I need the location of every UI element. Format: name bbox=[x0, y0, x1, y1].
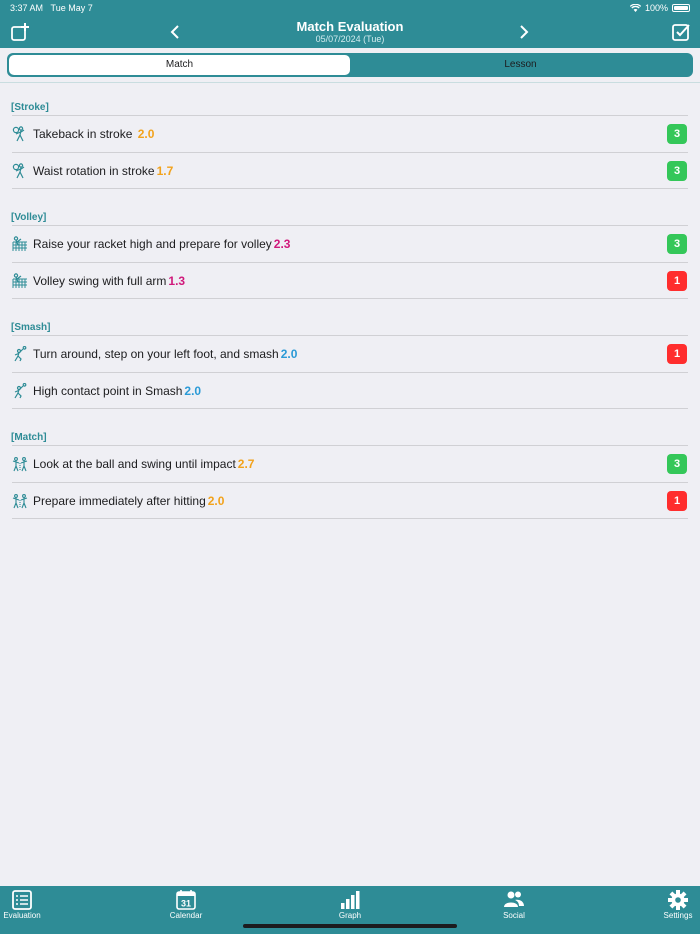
divider bbox=[0, 82, 700, 83]
tab-calendar-label: Calendar bbox=[169, 911, 203, 920]
evaluation-row[interactable]: Takeback in stroke 2.0 3 bbox=[12, 115, 688, 152]
evaluation-list: [Stroke] Takeback in stroke 2.0 3 Waist rot… bbox=[0, 100, 700, 519]
next-date-button[interactable] bbox=[512, 20, 536, 44]
nav-bar: Match Evaluation 05/07/2024 (Tue) bbox=[0, 16, 700, 48]
rating-badge[interactable]: 1 bbox=[667, 344, 687, 364]
section-header: [Stroke] bbox=[11, 102, 49, 113]
battery-percent: 100% bbox=[644, 3, 668, 13]
evaluation-item-label: Takeback in stroke bbox=[33, 127, 136, 141]
evaluation-item: Look at the ball and swing until impact 2… bbox=[33, 457, 254, 471]
svg-text:31: 31 bbox=[181, 899, 191, 909]
chevron-right-icon bbox=[520, 25, 529, 39]
tab-evaluation-label: Evaluation bbox=[3, 911, 41, 920]
average-score: 2.0 bbox=[137, 127, 155, 141]
segment-match[interactable]: Match bbox=[9, 55, 350, 75]
tab-social[interactable]: Social bbox=[484, 890, 544, 920]
calendar-icon: 31 bbox=[176, 890, 196, 910]
battery-icon bbox=[672, 4, 690, 12]
rating-badge[interactable]: 3 bbox=[667, 161, 687, 181]
average-score: 2.3 bbox=[273, 237, 291, 251]
evaluation-item-label: Raise your racket high and prepare for v… bbox=[33, 237, 272, 251]
evaluation-item: Raise your racket high and prepare for v… bbox=[33, 237, 290, 251]
segment-lesson[interactable]: Lesson bbox=[350, 55, 691, 75]
bar-chart-icon bbox=[341, 891, 360, 909]
rating-badge[interactable]: 3 bbox=[667, 234, 687, 254]
tab-graph-label: Graph bbox=[338, 911, 362, 920]
rating-badge[interactable]: 1 bbox=[667, 271, 687, 291]
average-score: 1.7 bbox=[156, 164, 174, 178]
stroke-player-icon bbox=[12, 126, 28, 142]
section-header: [Match] bbox=[11, 432, 47, 443]
evaluation-item-label: Waist rotation in stroke bbox=[33, 164, 155, 178]
tab-evaluation[interactable]: Evaluation bbox=[0, 890, 52, 920]
gear-icon bbox=[668, 890, 688, 910]
average-score: 2.0 bbox=[280, 347, 298, 361]
section-header: [Volley] bbox=[11, 212, 47, 223]
page-subtitle-date: 05/07/2024 (Tue) bbox=[315, 34, 385, 44]
section-header: [Smash] bbox=[11, 322, 51, 333]
evaluation-item: Takeback in stroke 2.0 bbox=[33, 127, 154, 141]
evaluation-item-label: Prepare immediately after hitting bbox=[33, 494, 206, 508]
tab-graph[interactable]: Graph bbox=[320, 890, 380, 920]
evaluation-item: High contact point in Smash 2.0 bbox=[33, 384, 201, 398]
tab-settings[interactable]: Settings bbox=[648, 890, 700, 920]
tab-settings-label: Settings bbox=[663, 911, 693, 920]
match-players-icon bbox=[12, 456, 28, 472]
checkbox-icon bbox=[672, 24, 690, 41]
average-score: 2.0 bbox=[184, 384, 202, 398]
rating-badge[interactable]: 1 bbox=[667, 491, 687, 511]
average-score: 1.3 bbox=[168, 274, 186, 288]
evaluation-item-label: High contact point in Smash bbox=[33, 384, 183, 398]
volley-net-icon bbox=[12, 273, 28, 289]
status-bar: 3:37 AM Tue May 7 100% bbox=[0, 0, 700, 16]
smash-player-icon bbox=[12, 382, 28, 399]
tab-calendar[interactable]: 31 Calendar bbox=[156, 890, 216, 920]
evaluation-item: Volley swing with full arm 1.3 bbox=[33, 274, 185, 288]
evaluation-item-label: Look at the ball and swing until impact bbox=[33, 457, 236, 471]
smash-player-icon bbox=[12, 345, 28, 362]
evaluation-row[interactable]: Volley swing with full arm 1.3 1 bbox=[12, 262, 688, 299]
status-right: 100% bbox=[629, 3, 690, 13]
stroke-player-icon bbox=[12, 163, 28, 179]
checklist-button[interactable] bbox=[669, 20, 693, 44]
average-score: 2.7 bbox=[237, 457, 255, 471]
status-time: 3:37 AM Tue May 7 bbox=[10, 3, 93, 13]
home-indicator bbox=[243, 924, 457, 928]
evaluation-item-label: Turn around, step on your left foot, and… bbox=[33, 347, 279, 361]
evaluation-row[interactable]: Waist rotation in stroke 1.7 3 bbox=[12, 152, 688, 189]
evaluation-row[interactable]: Look at the ball and swing until impact 2… bbox=[12, 445, 688, 482]
volley-net-icon bbox=[12, 236, 28, 252]
evaluation-item: Turn around, step on your left foot, and… bbox=[33, 347, 297, 361]
average-score: 2.0 bbox=[207, 494, 225, 508]
evaluation-item: Waist rotation in stroke 1.7 bbox=[33, 164, 173, 178]
tab-social-label: Social bbox=[503, 911, 525, 920]
rating-badge[interactable]: 3 bbox=[667, 124, 687, 144]
list-icon bbox=[12, 890, 32, 910]
evaluation-row[interactable]: Prepare immediately after hitting 2.0 1 bbox=[12, 482, 688, 519]
match-players-icon bbox=[12, 493, 28, 509]
page-title: Match Evaluation bbox=[296, 19, 404, 34]
evaluation-row[interactable]: Raise your racket high and prepare for v… bbox=[12, 225, 688, 262]
people-icon bbox=[504, 891, 524, 907]
evaluation-item-label: Volley swing with full arm bbox=[33, 274, 167, 288]
rating-badge[interactable]: 3 bbox=[667, 454, 687, 474]
segmented-control: Match Lesson bbox=[7, 53, 693, 77]
evaluation-item: Prepare immediately after hitting 2.0 bbox=[33, 494, 224, 508]
evaluation-row[interactable]: Turn around, step on your left foot, and… bbox=[12, 335, 688, 372]
wifi-icon bbox=[629, 4, 641, 12]
evaluation-row[interactable]: High contact point in Smash 2.0 bbox=[12, 372, 688, 409]
